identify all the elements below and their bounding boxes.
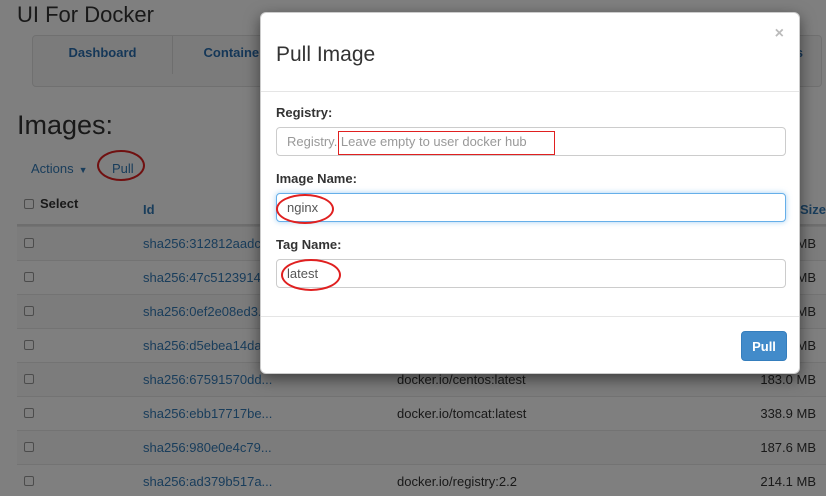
pull-image-modal: Pull Image × Registry: Image Name: Tag N… <box>260 12 800 374</box>
image-name-label: Image Name: <box>276 171 357 186</box>
tag-name-label: Tag Name: <box>276 237 342 252</box>
modal-header-divider <box>261 91 799 92</box>
image-name-input[interactable] <box>276 193 786 222</box>
registry-label: Registry: <box>276 105 333 120</box>
registry-input[interactable] <box>276 127 786 156</box>
modal-title: Pull Image <box>276 43 376 66</box>
modal-footer-divider <box>261 316 799 317</box>
tag-name-input[interactable] <box>276 259 786 288</box>
pull-submit-button[interactable]: Pull <box>741 331 787 361</box>
close-icon[interactable]: × <box>775 25 784 43</box>
